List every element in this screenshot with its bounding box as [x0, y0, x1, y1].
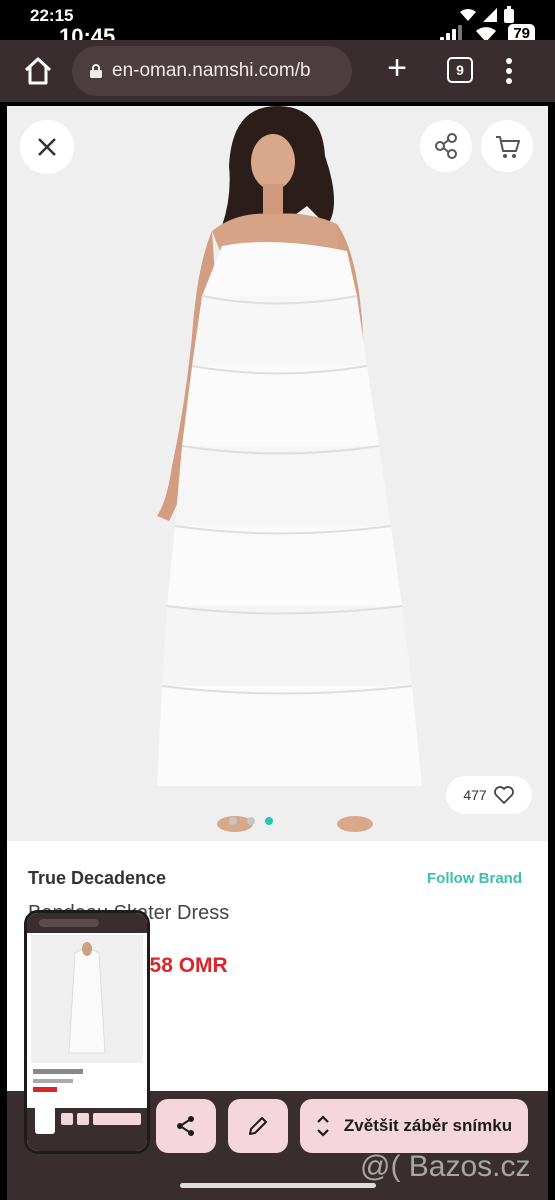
more-menu-icon[interactable]: [503, 55, 515, 87]
lock-icon: [90, 64, 102, 78]
share-button[interactable]: [420, 120, 472, 172]
status-icons-outer: [459, 6, 515, 24]
pagination-dot[interactable]: [247, 817, 255, 825]
expand-icon: [317, 1115, 329, 1137]
new-tab-button[interactable]: +: [382, 51, 412, 85]
product-image[interactable]: 477: [7, 106, 548, 841]
dress-photo: [7, 106, 548, 841]
address-bar[interactable]: en-oman.namshi.com/b: [72, 46, 352, 96]
tab-switcher-button[interactable]: 9: [447, 57, 473, 83]
close-icon: [38, 138, 56, 156]
battery-icon: [504, 6, 514, 23]
pagination-dot-active[interactable]: [265, 817, 273, 825]
pencil-icon: [249, 1117, 267, 1135]
expand-screenshot-button[interactable]: Zvětšit záběr snímku: [300, 1099, 528, 1153]
image-pagination: [229, 817, 273, 825]
watermark: @( Bazos.cz: [360, 1150, 531, 1183]
home-indicator[interactable]: [180, 1183, 376, 1188]
follow-brand-link[interactable]: Follow Brand: [427, 870, 522, 887]
pagination-dot[interactable]: [229, 817, 237, 825]
close-button[interactable]: [20, 120, 74, 174]
expand-screenshot-label: Zvětšit záběr snímku: [343, 1116, 513, 1135]
heart-icon: [493, 786, 514, 804]
system-time-outer: 22:15: [30, 6, 74, 25]
screenshot-thumbnail[interactable]: [24, 910, 150, 1154]
share-icon: [435, 133, 457, 159]
cart-icon: [496, 136, 520, 158]
thumbnail-preview: [27, 913, 147, 1151]
cart-button[interactable]: [481, 120, 533, 172]
brand-name[interactable]: True Decadence: [28, 868, 166, 889]
url-text: en-oman.namshi.com/b: [112, 60, 311, 81]
like-count: 477: [463, 787, 487, 803]
wifi-icon: [460, 8, 476, 21]
signal-icon: [483, 8, 497, 22]
wishlist-button[interactable]: 477: [446, 776, 532, 814]
edit-screenshot-button[interactable]: [228, 1099, 288, 1153]
share-screenshot-button[interactable]: [156, 1099, 216, 1153]
home-icon[interactable]: [22, 55, 54, 87]
share-icon: [177, 1116, 194, 1136]
